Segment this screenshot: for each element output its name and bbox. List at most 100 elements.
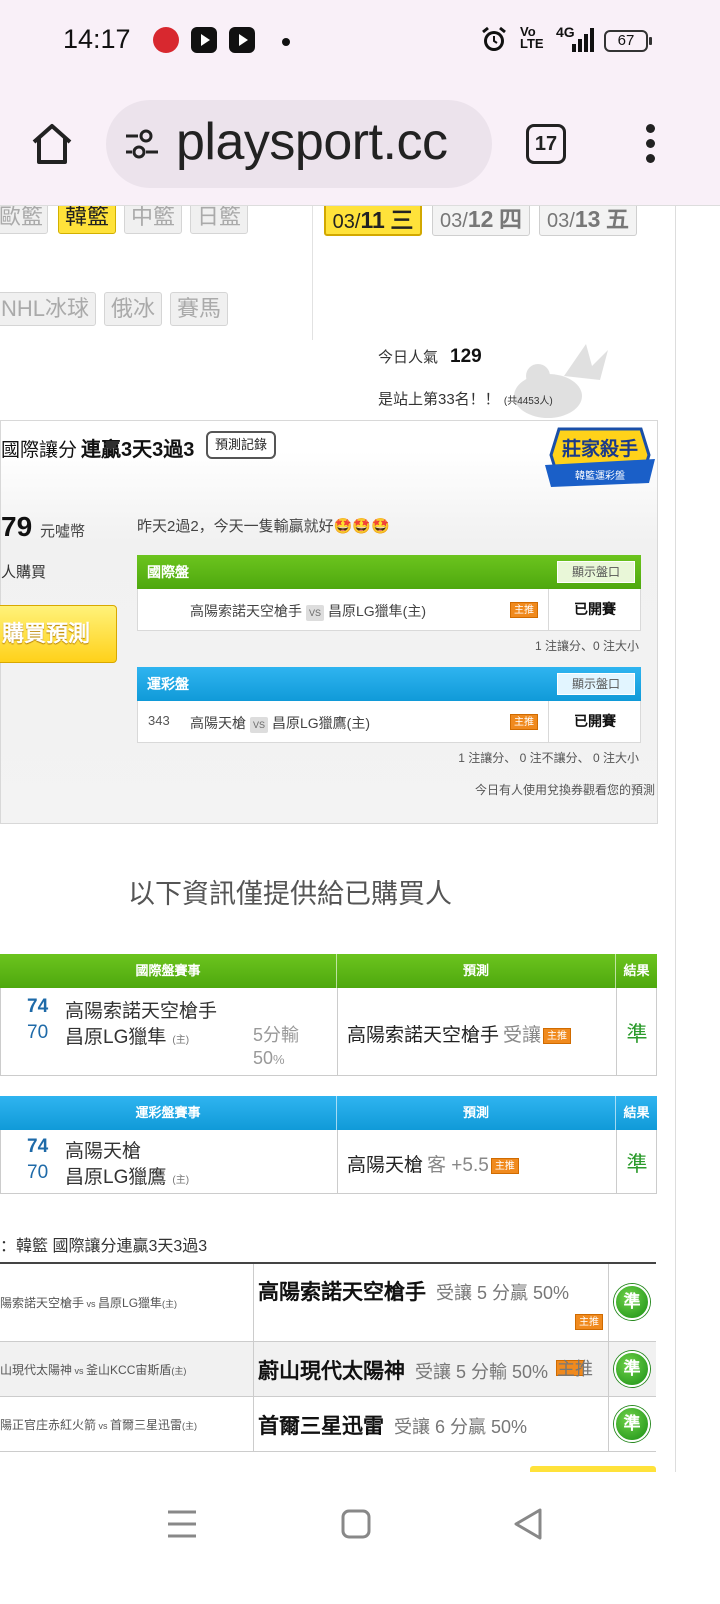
browser-toolbar: playsport.cc 17 [0, 84, 720, 206]
date-tab-0311[interactable]: 03/11 三 [324, 206, 422, 236]
youtube-icon-2 [229, 27, 255, 53]
history-matchup: 陽索諾天空槍手 vs 昌原LG獵隼(主) [0, 1296, 178, 1310]
mascot-decoration [514, 344, 608, 418]
status-time: 14:17 [63, 24, 131, 54]
result-hit: 準 [626, 1153, 648, 1176]
popularity-label: 今日人氣 129 [378, 346, 482, 367]
lottery-market-header: 運彩盤 顯示盤口 [137, 667, 641, 701]
hit-badge: 準 [614, 1351, 650, 1387]
url-text: playsport.cc [176, 113, 448, 171]
away-team: 高陽索諾天空槍手 [65, 1001, 218, 1022]
web-content: 歐籃 韓籃 中籃 日籃 NHL冰球 俄冰 賽馬 03/11 三 03/12 四 … [0, 206, 720, 1472]
sport-tab-japan-basketball[interactable]: 日籃 [190, 206, 248, 234]
status-bar: 14:17 Vo LTE 4G 67 [0, 0, 720, 84]
sport-tab-china-basketball[interactable]: 中籃 [124, 206, 182, 234]
date-tab-0313[interactable]: 03/13 五 [539, 206, 637, 236]
tab-switcher-button[interactable]: 17 [526, 124, 566, 164]
back-icon[interactable] [508, 1504, 548, 1544]
intl-result-row: 74 70 高陽索諾天空槍手 昌原LG獵隼 (主) 5分輸 50% 高陽索諾天空槍… [0, 988, 657, 1076]
buyers-only-notice: 以下資訊僅提供給已購買人 [128, 879, 452, 909]
home-icon[interactable] [28, 120, 76, 168]
sport-tab-horse-racing[interactable]: 賽馬 [170, 292, 228, 326]
prediction-record-button[interactable]: 預測記錄 [206, 431, 277, 459]
vs-icon: VS [306, 605, 324, 621]
sport-tab-nhl[interactable]: NHL冰球 [0, 292, 96, 326]
site-settings-icon[interactable] [124, 128, 160, 160]
main-pick-tag: 主推 [543, 1028, 572, 1044]
history-matchup: 山現代太陽神 vs 釜山KCC宙斯盾(主) [0, 1363, 187, 1377]
history-pick: 高陽索諾天空槍手 受讓 5 分贏 50% [258, 1281, 570, 1304]
game-number: 343 [148, 713, 170, 728]
away-team: 高陽天槍 [65, 1141, 142, 1162]
home-score: 70 [27, 1162, 49, 1183]
intl-market-panel: 國際盤 顯示盤口 高陽索諾天空槍手 VS 昌原LG獵隼(主) 主推 已開賽 [137, 555, 641, 631]
youtube-icon [191, 27, 217, 53]
intl-market-row: 高陽索諾天空槍手 VS 昌原LG獵隼(主) 主推 已開賽 [137, 589, 641, 631]
vs-icon: VS [250, 717, 268, 733]
history-table: 陽索諾天空槍手 vs 昌原LG獵隼(主) 高陽索諾天空槍手 受讓 5 分贏 50%… [0, 1262, 656, 1452]
hit-badge: 準 [614, 1284, 650, 1320]
main-pick-tag: 主推 [575, 1314, 603, 1330]
recent-apps-icon[interactable] [162, 1504, 202, 1544]
main-pick-tag: 主推 [490, 1158, 519, 1174]
home-team: 昌原LG獵隼 (主) [65, 1027, 190, 1048]
address-bar[interactable]: playsport.cc [106, 100, 492, 188]
intl-matchup: 高陽索諾天空槍手 VS 昌原LG獵隼(主) [190, 603, 426, 621]
lottery-result-table: 運彩盤賽事 預測 結果 74 70 高陽天槍 昌原LG獵鷹 (主) 高陽天槍客 +… [0, 1096, 657, 1194]
lottery-market-row: 343 高陽天槍 VS 昌原LG獵鷹(主) 主推 已開賽 [137, 701, 641, 743]
buy-prediction-button[interactable]: 購買預測 [0, 605, 117, 663]
lottery-matchup: 高陽天槍 VS 昌原LG獵鷹(主) [190, 715, 370, 733]
alarm-icon [482, 26, 506, 51]
lottery-market-panel: 運彩盤 顯示盤口 343 高陽天槍 VS 昌原LG獵鷹(主) 主推 已開賽 [137, 667, 641, 743]
lottery-result-row: 74 70 高陽天槍 昌原LG獵鷹 (主) 高陽天槍客 +5.5 主推 準 [0, 1130, 657, 1194]
history-pick: 首爾三星迅雷 受讓 6 分贏 50% [258, 1415, 528, 1438]
intl-market-header: 國際盤 顯示盤口 [137, 555, 641, 589]
prediction-cell: 高陽天槍客 +5.5 主推 [347, 1150, 519, 1177]
rank-text: 是站上第33名！！ (共4453人) [378, 391, 553, 408]
more-notifications-dot [282, 38, 290, 46]
show-odds-button-2[interactable]: 顯示盤口 [557, 673, 635, 695]
away-score: 74 [27, 996, 49, 1017]
home-score: 70 [27, 1022, 49, 1043]
hit-badge: 準 [614, 1406, 650, 1442]
sport-tab-russia-hockey[interactable]: 俄冰 [104, 292, 162, 326]
main-pick-tag: 主推 [556, 1359, 594, 1379]
popularity-value: 129 [450, 346, 482, 367]
spread-result: 5分輸 50% [253, 1025, 300, 1068]
history-row[interactable]: 陽索諾天空槍手 vs 昌原LG獵隼(主) 高陽索諾天空槍手 受讓 5 分贏 50%… [0, 1264, 656, 1342]
game-status: 已開賽 [548, 589, 641, 630]
battery-icon: 67 [604, 30, 652, 52]
banker-killer-badge: 莊家殺手 韓籃運彩盤 [545, 427, 655, 487]
history-row[interactable]: 陽正官庄赤紅火箭 vs 首爾三星迅雷(主) 首爾三星迅雷 受讓 6 分贏 50% … [0, 1397, 656, 1452]
overflow-menu-icon[interactable] [644, 124, 658, 164]
signal-icon [572, 28, 594, 52]
voucher-note: 今日有人使用兌換券觀看您的預測 [474, 783, 655, 797]
home-team: 昌原LG獵鷹 (主) [65, 1167, 190, 1188]
prediction-title: 國際讓分 連贏3天3過3 [1, 439, 195, 461]
game-status: 已開賽 [548, 701, 641, 742]
badge-subtitle: 韓籃運彩盤 [575, 469, 625, 482]
intl-result-table: 國際盤賽事 預測 結果 74 70 高陽索諾天空槍手 昌原LG獵隼 (主) 5分輸… [0, 954, 657, 1076]
buyers-count: 人購買 [1, 564, 47, 581]
price: 79 元噓幣 [1, 511, 85, 542]
prediction-cell: 高陽索諾天空槍手 受讓 主推 [347, 1020, 572, 1047]
show-odds-button[interactable]: 顯示盤口 [557, 561, 635, 583]
date-tab-0312[interactable]: 03/12 四 [432, 206, 530, 236]
sport-tab-euro-basketball[interactable]: 歐籃 [0, 206, 48, 234]
app-notification-icon [153, 27, 179, 53]
badge-title: 莊家殺手 [562, 437, 638, 460]
volte-indicator: Vo LTE [520, 24, 544, 51]
main-pick-tag: 主推 [510, 714, 538, 730]
main-pick-tag: 主推 [510, 602, 538, 618]
history-pick: 蔚山現代太陽神 受讓 5 分輸 50% 主推 [258, 1359, 594, 1383]
prediction-card: 國際讓分 連贏3天3過3 預測記錄 莊家殺手 韓籃運彩盤 79 元噓幣 人購買 購… [0, 420, 658, 824]
away-score: 74 [27, 1136, 49, 1157]
history-row[interactable]: 山現代太陽神 vs 釜山KCC宙斯盾(主) 蔚山現代太陽神 受讓 5 分輸 50%… [0, 1342, 656, 1397]
pick-comment: 昨天2過2，今天一隻輸贏就好🤩🤩🤩 [137, 518, 390, 535]
home-nav-icon[interactable] [336, 1504, 376, 1544]
sport-tab-korea-basketball[interactable]: 韓籃 [58, 206, 116, 234]
history-matchup: 陽正官庄赤紅火箭 vs 首爾三星迅雷(主) [0, 1418, 198, 1432]
history-title: ：韓籃 國際讓分連贏3天3過3 [0, 1238, 208, 1255]
lottery-result-header: 運彩盤賽事 預測 結果 [0, 1096, 657, 1130]
system-navigation-bar [0, 1472, 720, 1604]
